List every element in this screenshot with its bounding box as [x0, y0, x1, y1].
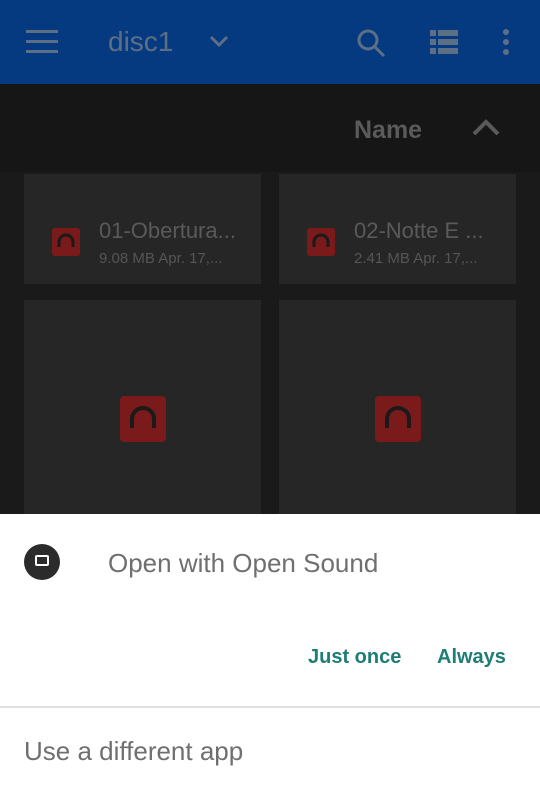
- headphones-icon: [120, 396, 166, 442]
- file-tile[interactable]: 02-Notte E ... 2.41 MB Apr. 17,...: [279, 174, 516, 284]
- file-size: 2.41 MB: [354, 250, 410, 267]
- headphones-icon: [375, 396, 421, 442]
- more-options-icon[interactable]: [500, 28, 512, 58]
- open-with-sheet: Open with Open Sound Just once Always Us…: [0, 514, 540, 785]
- just-once-button[interactable]: Just once: [308, 646, 401, 669]
- file-size: 9.08 MB: [99, 250, 155, 267]
- file-tile[interactable]: [24, 300, 261, 514]
- list-view-icon[interactable]: [430, 30, 458, 54]
- search-icon[interactable]: [356, 28, 386, 58]
- file-tile[interactable]: 01-Obertura... 9.08 MB Apr. 17,...: [24, 174, 261, 284]
- folder-title[interactable]: disc1: [108, 26, 173, 58]
- file-grid: 01-Obertura... 9.08 MB Apr. 17,... 02-No…: [0, 172, 540, 514]
- divider: [0, 706, 540, 708]
- headphones-icon: [307, 228, 335, 256]
- file-name: 02-Notte E ...: [354, 218, 484, 243]
- file-meta: 9.08 MB Apr. 17,...: [99, 250, 222, 267]
- file-meta: 2.41 MB Apr. 17,...: [354, 250, 477, 267]
- app-bar: disc1: [0, 0, 540, 84]
- sort-label[interactable]: Name: [354, 116, 422, 145]
- chevron-down-icon[interactable]: [208, 30, 230, 52]
- headphones-icon: [52, 228, 80, 256]
- file-date: Apr. 17,...: [413, 250, 478, 267]
- always-button[interactable]: Always: [437, 646, 506, 669]
- sort-header: Name: [0, 84, 540, 172]
- menu-icon[interactable]: [26, 30, 58, 54]
- open-with-title: Open with Open Sound: [108, 548, 379, 578]
- file-tile[interactable]: [279, 300, 516, 514]
- file-name: 01-Obertura...: [99, 218, 236, 243]
- open-sound-app-icon: [24, 544, 60, 580]
- sort-ascending-icon[interactable]: [472, 118, 500, 136]
- file-date: Apr. 17,...: [158, 250, 223, 267]
- use-different-app-button[interactable]: Use a different app: [24, 736, 243, 767]
